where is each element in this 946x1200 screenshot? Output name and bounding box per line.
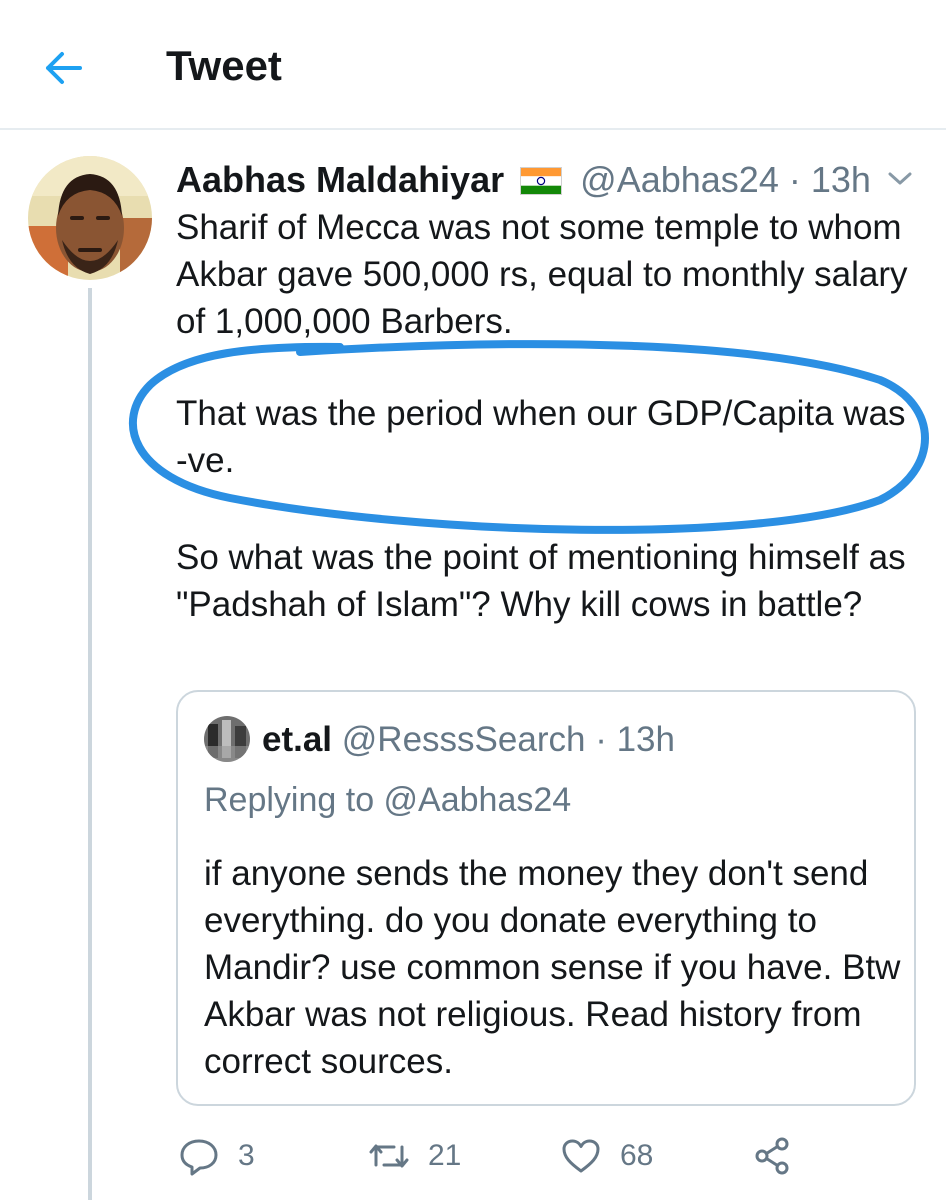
avatar[interactable] [28, 156, 152, 280]
quoted-author-handle[interactable]: @ResssSearch [342, 720, 586, 759]
tweet-text-paragraph-1: Sharif of Mecca was not some temple to w… [176, 208, 908, 341]
tweet-time[interactable]: 13h [811, 159, 871, 200]
retweet-count: 21 [428, 1139, 462, 1172]
share-button[interactable] [752, 1132, 794, 1180]
tweet-header: Aabhas Maldahiyar @Aabhas24 · 13h [176, 158, 871, 202]
quoted-separator-dot: · [595, 720, 607, 759]
quoted-time[interactable]: 13h [617, 720, 675, 759]
thread-line [88, 288, 92, 1200]
page-title: Tweet [166, 42, 282, 89]
india-flag-icon [520, 167, 563, 195]
reply-button[interactable]: 3 [178, 1132, 255, 1180]
replying-to[interactable]: Replying to @Aabhas24 [204, 778, 571, 822]
like-icon [562, 1139, 600, 1173]
header-divider [0, 128, 946, 130]
quoted-author-name[interactable]: et.al [262, 720, 332, 759]
action-bar: 3 21 68 [176, 1132, 916, 1180]
quoted-tweet[interactable]: et.al @ResssSearch · 13h Replying to @Aa… [176, 690, 916, 1106]
quoted-avatar[interactable] [204, 716, 250, 762]
tweet-text-paragraph-3: So what was the point of mentioning hims… [176, 538, 906, 624]
separator-dot: · [788, 159, 801, 200]
reply-count: 3 [238, 1139, 255, 1172]
reply-icon [180, 1139, 218, 1176]
share-icon [755, 1137, 789, 1175]
tweet-text-paragraph-2: That was the period when our GDP/Capita … [176, 394, 906, 480]
author-handle[interactable]: @Aabhas24 [580, 159, 779, 200]
retweet-button[interactable]: 21 [368, 1132, 461, 1180]
author-name[interactable]: Aabhas Maldahiyar [176, 159, 504, 200]
retweet-icon [369, 1144, 409, 1168]
arrow-left-icon[interactable] [40, 48, 86, 88]
like-count: 68 [620, 1139, 654, 1172]
quoted-text: if anyone sends the money they don't sen… [204, 854, 901, 1081]
top-bar: Tweet [0, 0, 946, 128]
chevron-down-icon[interactable] [884, 166, 916, 190]
quoted-header: et.al @ResssSearch · 13h [262, 718, 675, 762]
like-button[interactable]: 68 [560, 1132, 653, 1180]
